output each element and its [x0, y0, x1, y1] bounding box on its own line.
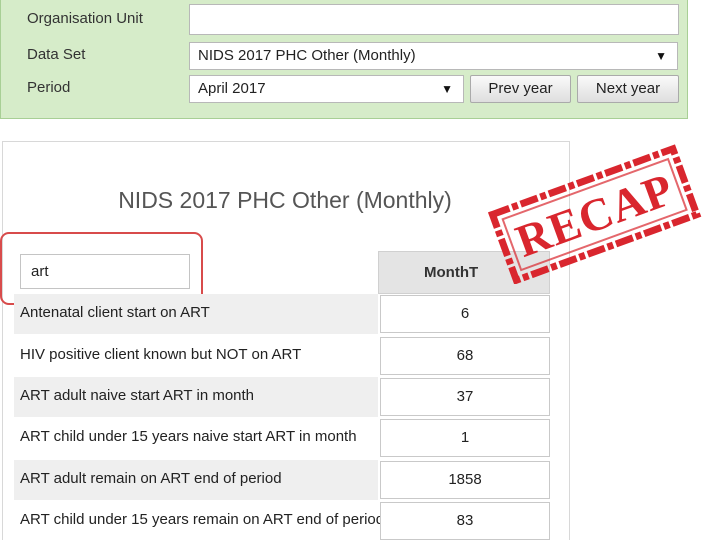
- dataset-label: Data Set: [27, 46, 86, 63]
- org-unit-field[interactable]: [189, 4, 679, 35]
- table-row-label: ART adult naive start ART in month: [14, 377, 378, 417]
- dataset-select[interactable]: NIDS 2017 PHC Other (Monthly) ▼: [189, 42, 678, 70]
- org-unit-label: Organisation Unit: [27, 10, 143, 27]
- recap-stamp: RECAP: [478, 142, 708, 284]
- table-row-label: Antenatal client start on ART: [14, 294, 378, 334]
- value-input[interactable]: 68: [380, 337, 550, 375]
- dataset-value: NIDS 2017 PHC Other (Monthly): [198, 47, 416, 64]
- prev-year-button[interactable]: Prev year: [470, 75, 571, 103]
- period-select[interactable]: April 2017 ▼: [189, 75, 464, 103]
- value-input[interactable]: 37: [380, 378, 550, 416]
- table-row-label: ART adult remain on ART end of period: [14, 460, 378, 500]
- dropdown-arrow-icon: ▼: [655, 49, 667, 63]
- period-value: April 2017: [198, 80, 266, 97]
- table-row-label: ART child under 15 years naive start ART…: [20, 428, 357, 445]
- value-input[interactable]: 1858: [380, 461, 550, 499]
- period-label: Period: [27, 79, 71, 96]
- value-input[interactable]: 1: [380, 419, 550, 457]
- dropdown-arrow-icon: ▼: [441, 82, 453, 96]
- value-input[interactable]: 6: [380, 295, 550, 333]
- next-year-button[interactable]: Next year: [577, 75, 679, 103]
- table-row-label: ART child under 15 years remain on ART e…: [20, 511, 385, 528]
- table-row-label: HIV positive client known but NOT on ART: [20, 346, 302, 363]
- value-input[interactable]: 83: [380, 502, 550, 540]
